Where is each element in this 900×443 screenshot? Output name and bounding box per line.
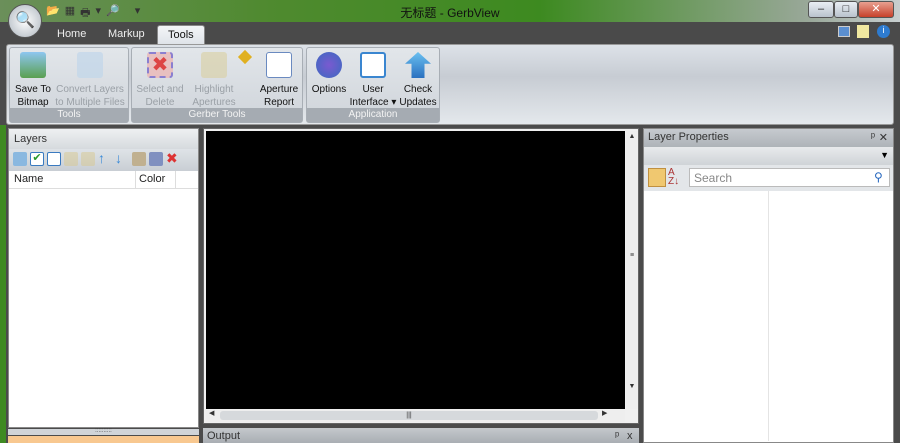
convert-layers-button[interactable]: Convert Layers to Multiple Files: [52, 50, 128, 109]
move-up-icon[interactable]: ↑: [98, 151, 112, 166]
tab-tools[interactable]: Tools: [157, 25, 205, 44]
output-title: Output: [207, 430, 241, 442]
label: Save To: [15, 84, 51, 95]
horizontal-scrollbar[interactable]: ◀ ||| ▶: [206, 409, 625, 422]
group-tools: Save To Bitmap Convert Layers to Multiple …: [9, 47, 129, 123]
property-grid-divider: [768, 191, 769, 441]
label: Check: [403, 84, 433, 95]
tab-markup[interactable]: Markup: [98, 25, 155, 44]
layers-toolbar: ✔ ↑ ↓ ✖: [9, 149, 198, 171]
column-color[interactable]: Color: [136, 171, 176, 188]
merge-layer-icon[interactable]: [81, 152, 95, 166]
property-search-input[interactable]: Search: [689, 168, 890, 187]
label: Convert Layers: [56, 84, 124, 95]
label: Select and: [136, 84, 184, 95]
open-icon[interactable]: 📂: [46, 4, 60, 20]
preview-icon[interactable]: 🔎: [106, 4, 120, 20]
window-border: [0, 125, 6, 443]
panel-splitter[interactable]: ::::::::::: [8, 428, 199, 435]
vertical-scrollbar[interactable]: ▲ ≡ ▼: [626, 131, 638, 409]
categorized-icon[interactable]: [648, 168, 666, 187]
properties-close-button[interactable]: ✕: [879, 131, 888, 144]
highlight-apertures-button[interactable]: Highlight Apertures: [188, 50, 240, 109]
group-gerber-tools: ✖ Select and Delete Highlight Apertures Ap…: [131, 47, 303, 123]
help-doc-icon[interactable]: [857, 25, 869, 38]
search-icon[interactable]: ⚲: [874, 170, 883, 184]
tab-home[interactable]: Home: [47, 25, 96, 44]
check-all-icon[interactable]: ✔: [30, 152, 44, 166]
gerber-canvas[interactable]: [206, 131, 625, 409]
report-icon: [266, 52, 292, 78]
group-label: Application: [307, 108, 439, 122]
output-panel: Output ᵖ x: [203, 428, 639, 443]
layer-edit-icon[interactable]: [149, 152, 163, 166]
delete-icon: ✖: [147, 52, 173, 78]
highlight-small-icon[interactable]: [237, 49, 253, 65]
aperture-report-button[interactable]: Aperture Report: [256, 50, 302, 109]
layer-properties-icon[interactable]: [132, 152, 146, 166]
label: Aperture: [259, 84, 299, 95]
flashlight-icon: [201, 52, 227, 78]
chevron-down-icon: ▼: [880, 150, 889, 160]
delete-layer-icon[interactable]: ✖: [166, 151, 180, 166]
quick-access-toolbar: 📂 ▦ 🖶 ▾ 🔎 ▾: [46, 4, 140, 20]
user-interface-button[interactable]: User Interface ▾: [349, 50, 397, 109]
dropdown-icon[interactable]: ▾: [96, 4, 102, 20]
column-name[interactable]: Name: [9, 171, 136, 188]
close-button[interactable]: ✕: [858, 1, 894, 18]
group-application: Options User Interface ▾ Check Updates App…: [306, 47, 440, 123]
layers-panel-title: Layers: [9, 129, 198, 149]
print-icon[interactable]: 🖶: [80, 4, 90, 20]
group-label: Gerber Tools: [132, 108, 302, 122]
viewer-area: ▲ ≡ ▼ ◀ ||| ▶: [203, 128, 639, 424]
application-menu-button[interactable]: 🔍: [8, 4, 42, 38]
layers-column-header: Name Color: [9, 171, 198, 189]
maximize-button[interactable]: □: [834, 1, 858, 18]
copy-layer-icon[interactable]: [64, 152, 78, 166]
new-icon[interactable]: ▦: [65, 4, 75, 20]
collapsed-panel-strip[interactable]: [8, 436, 199, 443]
label: Options: [311, 84, 347, 95]
update-arrow-icon: [405, 52, 431, 78]
layer-properties-panel: Layer Properties ᵖ ✕ ▼ A Z↓ Search ⚲: [643, 128, 894, 443]
uncheck-all-icon[interactable]: [47, 152, 61, 166]
add-layer-icon[interactable]: [13, 152, 27, 166]
save-to-bitmap-button[interactable]: Save To Bitmap: [13, 50, 53, 109]
check-updates-button[interactable]: Check Updates: [397, 50, 439, 109]
layers-panel: Layers ✔ ↑ ↓ ✖ Name Color: [8, 128, 199, 428]
property-grid-toolbar: A Z↓ Search ⚲: [644, 165, 893, 191]
select-and-delete-button[interactable]: ✖ Select and Delete: [134, 50, 186, 109]
label: Highlight: [194, 84, 234, 95]
gears-icon: [316, 52, 342, 78]
save-bitmap-icon: [20, 52, 46, 78]
layer-properties-title: Layer Properties: [648, 131, 729, 143]
output-close-button[interactable]: x: [627, 430, 633, 442]
layer-properties-header: Layer Properties ᵖ ✕: [644, 129, 893, 147]
window-pencil-icon: [360, 52, 386, 78]
group-label: Tools: [10, 108, 128, 122]
move-down-icon[interactable]: ↓: [115, 151, 129, 166]
object-selector-dropdown[interactable]: ▼: [644, 147, 893, 165]
window-icon[interactable]: [838, 26, 850, 37]
about-icon[interactable]: i: [877, 25, 890, 38]
label: User: [362, 84, 384, 95]
customize-qat-icon[interactable]: ▾: [135, 4, 141, 20]
pin-icon[interactable]: ᵖ: [871, 131, 875, 143]
sort-alphabetical-icon[interactable]: A Z↓: [668, 168, 686, 187]
pin-icon[interactable]: ᵖ: [615, 430, 619, 442]
options-button[interactable]: Options: [309, 50, 349, 96]
minimize-button[interactable]: –: [808, 1, 834, 18]
convert-layers-icon: [77, 52, 103, 78]
